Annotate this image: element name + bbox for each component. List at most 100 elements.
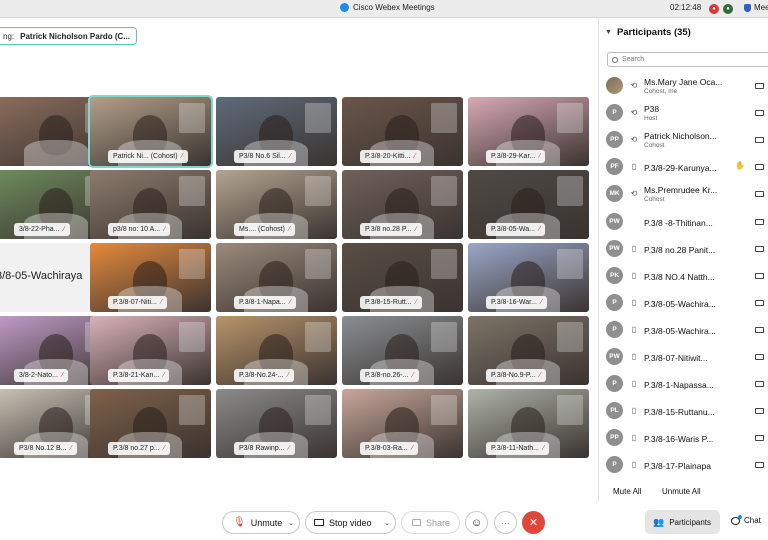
background-window <box>305 249 331 279</box>
mobile-device-icon: ▯ <box>631 162 637 172</box>
chevron-down-icon[interactable]: ⌄ <box>288 519 294 527</box>
mobile-device-icon: ▯ <box>631 433 637 443</box>
avatar: PK <box>606 266 623 284</box>
mic-muted-icon: ⁄ <box>288 226 291 233</box>
chevron-down-icon[interactable]: ▼ <box>605 29 612 36</box>
participant-row[interactable]: PW ▯ P.3/8 no.28 Panit... <box>605 237 768 263</box>
video-tile[interactable]: P.3/8-05-Wa... ⁄ <box>468 170 589 239</box>
participant-name: Ms.Premrudee Kr... <box>644 185 718 196</box>
participant-row[interactable]: PP ⟲ Patrick Nicholson... Cohost <box>605 128 768 154</box>
mic-muted-icon: ⁄ <box>412 372 414 379</box>
participant-row[interactable]: PW ▯ P.3/8-07-Nitiwit... <box>605 345 768 371</box>
video-tile[interactable]: P.3/8-11-Nath... ⁄ <box>468 389 589 458</box>
sharing-indicator[interactable]: ng: Patrick Nicholson Pardo (C... <box>0 27 137 45</box>
participant-row[interactable]: PK ▯ P.3/8 NO.4 Natth... <box>605 264 768 290</box>
mic-muted-icon: ⁄ <box>163 445 165 452</box>
video-tile[interactable]: Patrick Ni... (Cohost) ⁄ <box>88 95 213 168</box>
participant-row[interactable]: PP ▯ P.3/8-16-Waris P... <box>605 426 768 452</box>
unmute-button[interactable]: 🎙 Unmute ⌄ <box>222 511 300 534</box>
leave-meeting-button[interactable]: ✕ <box>522 511 545 534</box>
shield-icon <box>744 3 751 12</box>
mic-off-icon: 🎙 <box>233 517 246 528</box>
video-tile[interactable]: P.3/8-16-War... ⁄ <box>468 243 589 312</box>
participant-row[interactable]: PL ▯ P.3/8-15-Ruttanu... <box>605 399 768 425</box>
tile-name: P.3/8-05-Wa... <box>491 226 535 233</box>
camera-icon <box>755 164 764 171</box>
mic-muted-icon: ⁄ <box>289 299 291 306</box>
tile-name: P.3/8-16-War... <box>491 299 537 306</box>
stop-video-button[interactable]: Stop video ⌄ <box>305 511 396 534</box>
chevron-down-icon[interactable]: ⌄ <box>384 519 390 527</box>
tile-name: P.3/8-21-Kan... <box>113 372 160 379</box>
participant-row[interactable]: P ▯ P.3/8-17-Plainapa <box>605 453 768 479</box>
video-tile[interactable]: P.3/8-1-Napa... ⁄ <box>216 243 337 312</box>
video-tile[interactable]: P.3/8-07-Niti... ⁄ <box>90 243 211 312</box>
avatar: PP <box>606 131 623 149</box>
mic-muted-icon: ⁄ <box>538 226 541 233</box>
participants-header[interactable]: ▼ Participants (35) <box>605 27 691 38</box>
participant-row[interactable]: MK ⟲ Ms.Premrudee Kr... Cohost <box>605 182 768 208</box>
camera-icon <box>755 83 764 89</box>
background-window <box>557 322 583 352</box>
participants-button[interactable]: 👥 Participants <box>645 510 720 534</box>
participant-name: Ms.Mary Jane Oca... <box>644 77 723 87</box>
participant-row[interactable]: P ▯ P.3/8-05-Wachira... <box>605 318 768 344</box>
meetings-menu[interactable]: Mee <box>744 3 768 12</box>
mute-all-button[interactable]: Mute All <box>613 487 641 496</box>
video-tile[interactable]: P.3/8-No.24-... ⁄ <box>216 316 337 385</box>
background-window <box>179 322 205 352</box>
video-tile[interactable]: P.3/8 no.27 p... ⁄ <box>90 389 211 458</box>
tile-name-label: P.3/8 no.27 p... ⁄ <box>108 442 170 455</box>
participant-row[interactable]: P ⟲ P38 Host <box>605 101 768 127</box>
participant-row[interactable]: PW P.3/8 -8-Thitinan... <box>605 210 768 236</box>
video-tile[interactable]: P.3/8-03-Ra... ⁄ <box>342 389 463 458</box>
camera-icon <box>755 381 764 388</box>
video-tile[interactable]: P.3/8 no.28 P... ⁄ <box>342 170 463 239</box>
more-options-button[interactable]: ··· <box>494 511 517 534</box>
video-tile[interactable]: P3/8 No.6 Sil... ⁄ <box>216 97 337 166</box>
video-tile[interactable]: P.3/8-15-Rutt... ⁄ <box>342 243 463 312</box>
tile-name: P.3/8-07-Niti... <box>113 299 157 306</box>
reactions-button[interactable]: ☺ <box>465 511 488 534</box>
video-tile[interactable]: P.3/8-20-Kitti... ⁄ <box>342 97 463 166</box>
participant-row[interactable]: P ▯ P.3/8-05-Wachira... <box>605 291 768 317</box>
smiley-icon: ☺ <box>470 516 483 529</box>
video-tile[interactable]: p3/8 no: 10 A... ⁄ <box>90 170 211 239</box>
tile-name: P.3/8-03-Ra... <box>365 445 408 452</box>
mic-muted-icon: ⁄ <box>539 372 541 379</box>
app-title: Cisco Webex Meetings <box>340 3 435 12</box>
participant-row[interactable]: ⟲ Ms.Mary Jane Oca... Cohost, me <box>605 74 768 100</box>
participants-search-input[interactable]: Search <box>607 52 768 67</box>
background-window <box>179 395 205 425</box>
tile-name-label: P.3/8-29-Kar... ⁄ <box>486 150 546 163</box>
chat-button[interactable]: Chat <box>731 514 761 525</box>
video-tile[interactable]: P3/8 Rawinp... ⁄ <box>216 389 337 458</box>
tile-name: P.3/8-No.24-... <box>239 372 284 379</box>
video-tile[interactable]: P.3/8-21-Kan... ⁄ <box>90 316 211 385</box>
camera-icon <box>755 354 764 360</box>
video-tile[interactable]: P.3/8-No.9-P... ⁄ <box>468 316 589 385</box>
search-icon <box>612 56 618 63</box>
avatar: P <box>606 456 623 474</box>
share-button[interactable]: Share <box>401 511 460 534</box>
participant-role: Cohost <box>644 142 665 150</box>
tile-name-label: P.3/8-No.24-... ⁄ <box>234 369 294 382</box>
tile-name: P.3/8-no.26-... <box>365 372 409 379</box>
tile-name-label: P3/8 No.6 Sil... ⁄ <box>234 150 296 163</box>
video-tile[interactable]: Ms.... (Cohost) ⁄ <box>216 170 337 239</box>
title-bar: Cisco Webex Meetings 02:12:48 ● ● Mee <box>0 0 768 18</box>
participant-row[interactable]: PF ▯ P.3/8-29-Karunya... ✋ <box>605 155 768 181</box>
unmute-all-button[interactable]: Unmute All <box>662 487 701 496</box>
tile-name: P.3/8 no.27 p... <box>113 445 160 452</box>
tile-name: 3/8-22-Pha... <box>19 226 60 233</box>
background-window <box>557 103 583 133</box>
participant-name: P.3/8 NO.4 Natth... <box>644 271 715 282</box>
tile-name-label: P.3/8-11-Nath... ⁄ <box>486 442 550 455</box>
avatar: PF <box>606 158 623 176</box>
avatar: MK <box>606 185 623 203</box>
participant-name: P.3/8-17-Plainapa <box>644 461 711 472</box>
video-tile[interactable]: P.3/8-no.26-... ⁄ <box>342 316 463 385</box>
video-tile[interactable]: P.3/8-29-Kar... ⁄ <box>468 97 589 166</box>
participant-row[interactable]: P ▯ P.3/8-1-Napassa... <box>605 372 768 398</box>
app-title-text: Cisco Webex Meetings <box>353 3 435 12</box>
